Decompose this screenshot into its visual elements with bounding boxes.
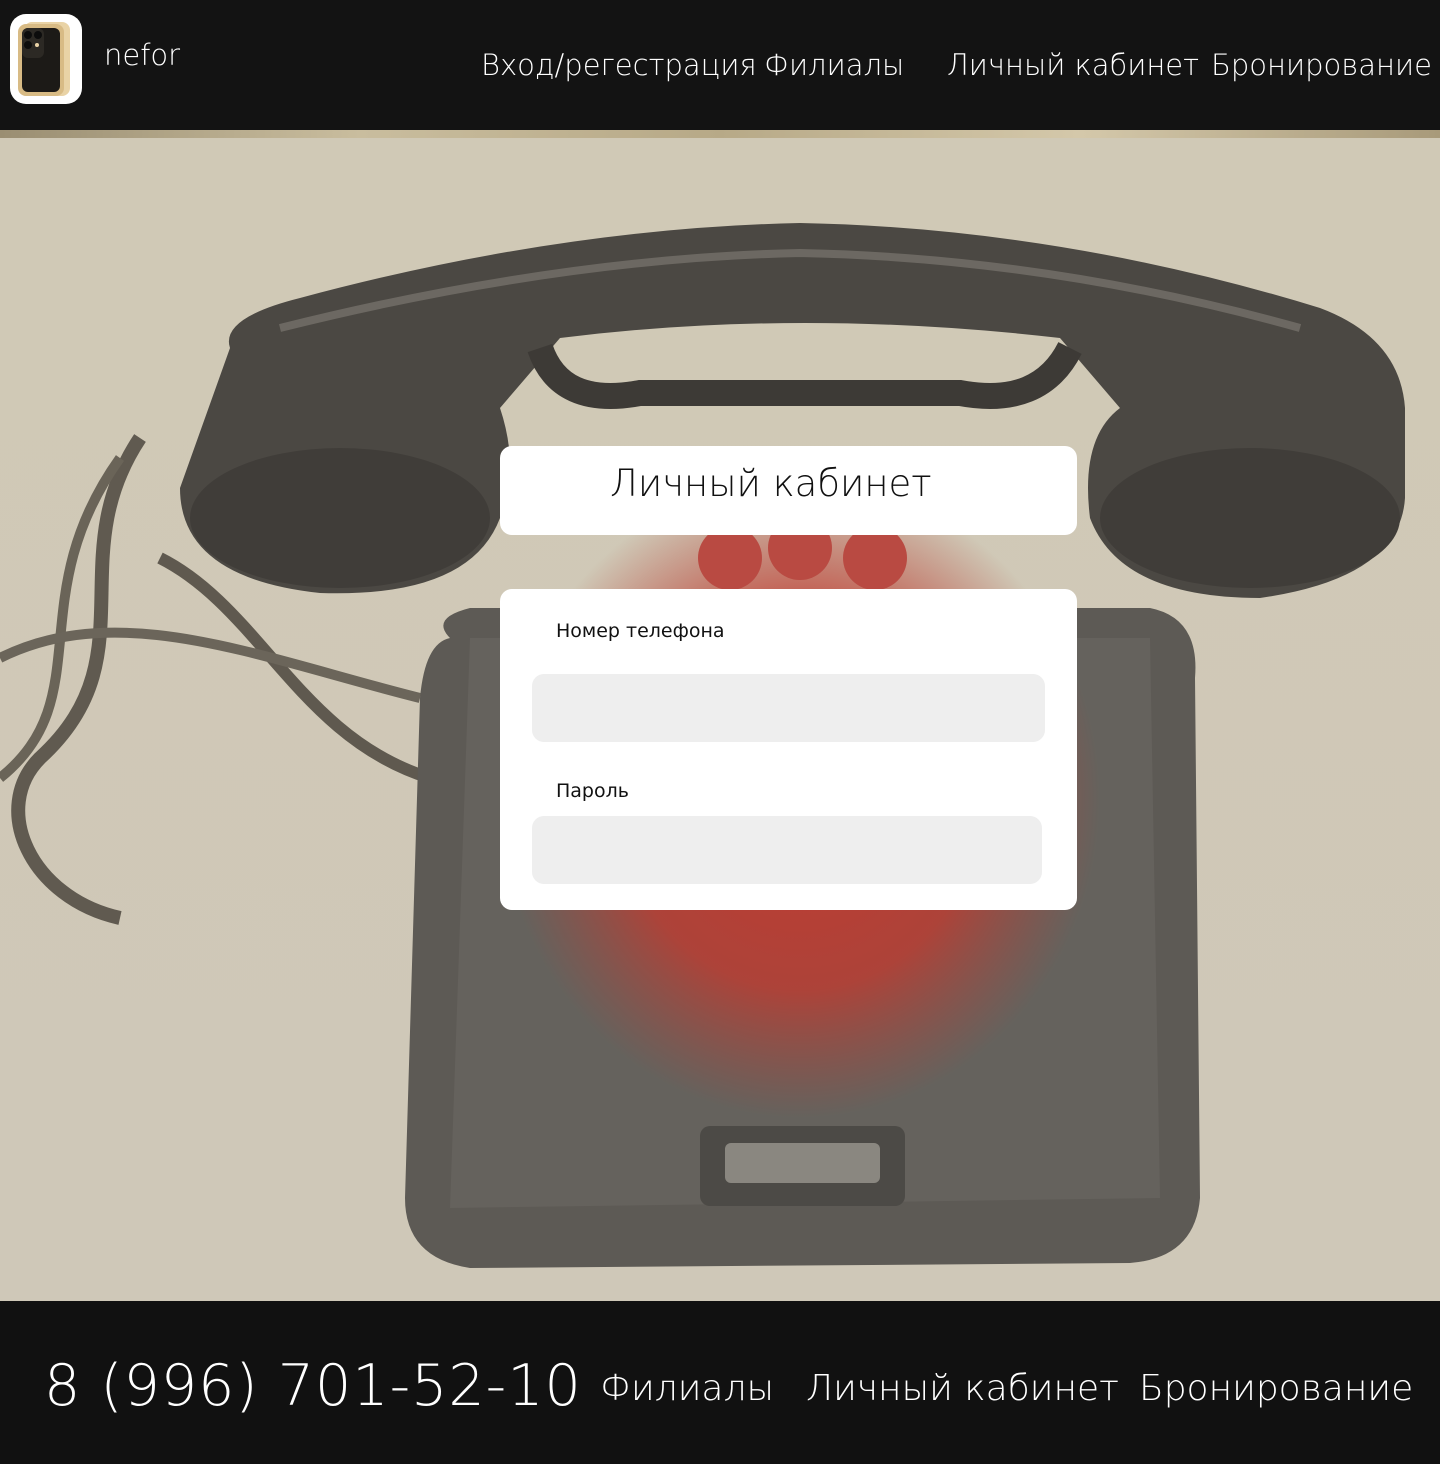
footer-nav-branches[interactable]: Филиалы bbox=[600, 1368, 774, 1409]
site-footer: 8 (996) 701-52-10 Филиалы Личный кабинет… bbox=[0, 1301, 1440, 1464]
header-divider bbox=[0, 130, 1440, 138]
footer-nav-booking[interactable]: Бронирование bbox=[1139, 1368, 1413, 1409]
footer-phone-number[interactable]: 8 (996) 701-52-10 bbox=[44, 1353, 582, 1419]
phone-label: Номер телефона bbox=[556, 620, 725, 642]
nav-booking[interactable]: Бронирование bbox=[1211, 48, 1432, 82]
footer-nav-personal-account[interactable]: Личный кабинет bbox=[806, 1368, 1119, 1409]
nav-branches[interactable]: Филиалы bbox=[764, 48, 904, 82]
page-title-card: Личный кабинет bbox=[500, 446, 1077, 535]
brand-name[interactable]: nefor bbox=[104, 38, 180, 72]
logo[interactable] bbox=[10, 14, 82, 104]
phone-input[interactable] bbox=[532, 674, 1045, 742]
password-input[interactable] bbox=[532, 816, 1042, 884]
login-form: Номер телефона Пароль bbox=[500, 589, 1077, 910]
nav-login-register[interactable]: Вход/регестрация bbox=[481, 48, 757, 82]
password-label: Пароль bbox=[556, 780, 629, 802]
page-title: Личный кабинет bbox=[610, 462, 932, 505]
nav-personal-account[interactable]: Личный кабинет bbox=[947, 48, 1199, 82]
site-header: nefor Вход/регестрация Филиалы Личный ка… bbox=[0, 0, 1440, 130]
smartphone-logo-icon bbox=[18, 22, 70, 96]
